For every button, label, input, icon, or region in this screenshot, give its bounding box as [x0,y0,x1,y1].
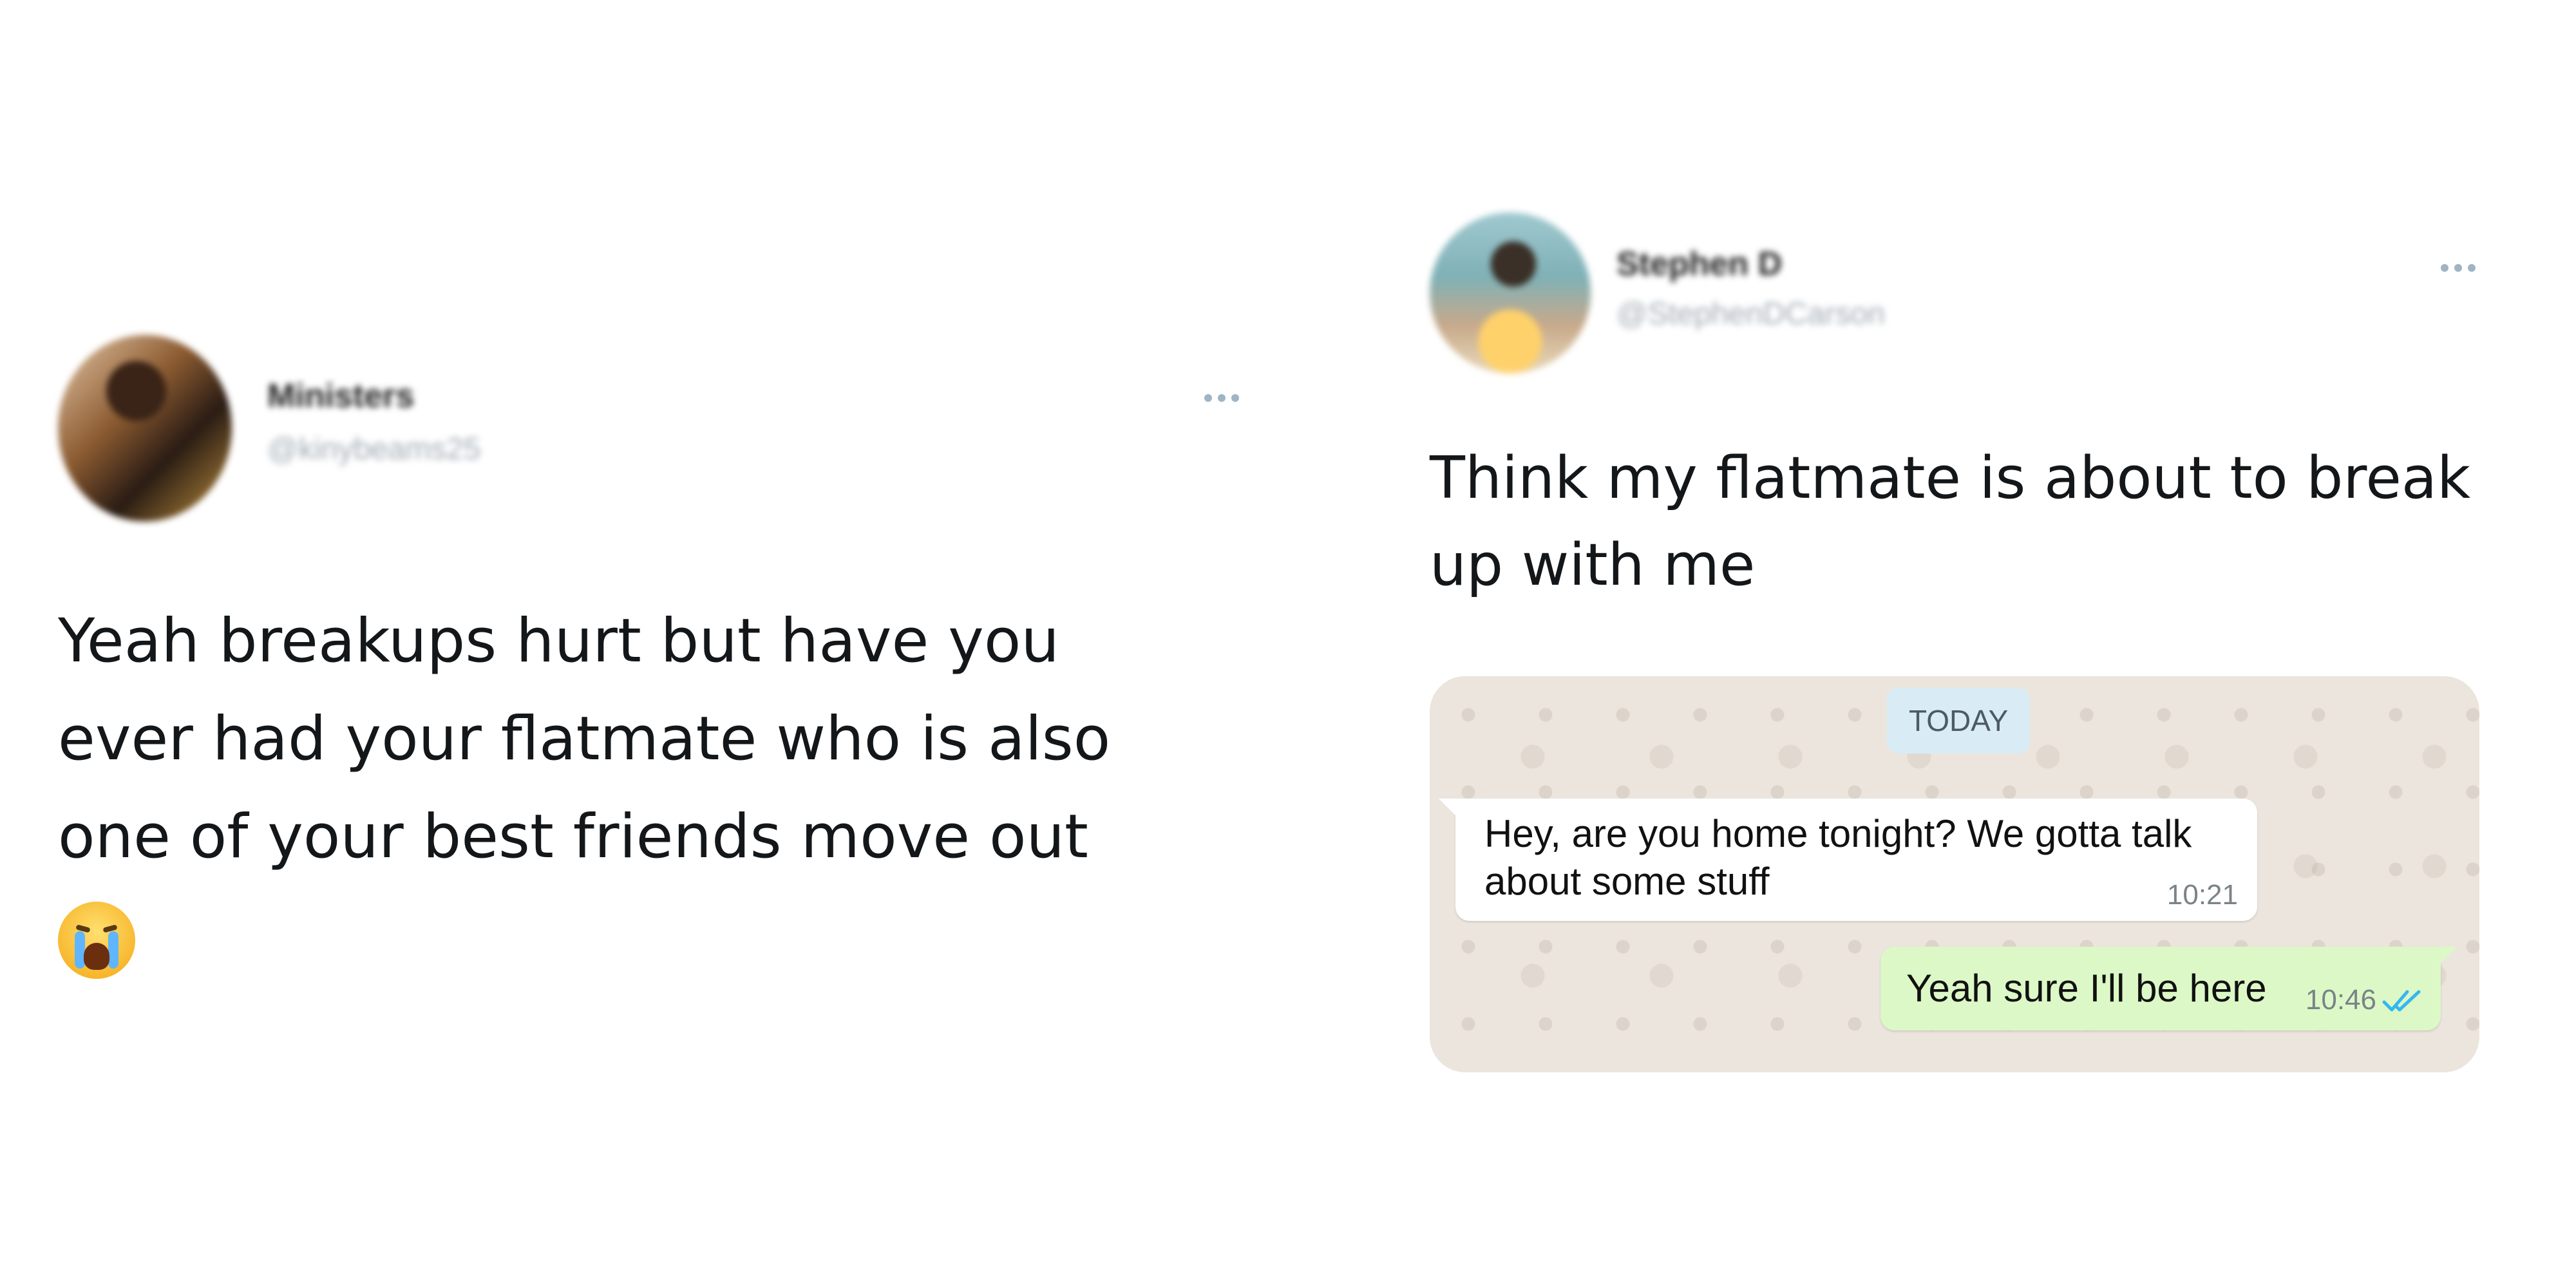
double-check-icon [2382,990,2421,1012]
message-text: Yeah sure I'll be here [1906,967,2267,1010]
user-handle[interactable]: @StephenDCarson [1616,296,1885,332]
dot-icon [2454,264,2462,272]
tweet-card-right: Stephen D @StephenDCarson Think my flatm… [1430,213,2512,1114]
display-name[interactable]: Stephen D [1616,245,1782,283]
tweet-text: Yeah breakups hurt but have you ever had… [58,606,1111,872]
display-name[interactable]: Ministers [267,377,414,415]
tweet-card-left: Ministers @kinybeams25 Yeah breakups hur… [58,335,1282,1043]
avatar[interactable] [1430,213,1591,374]
dot-icon [2468,264,2476,272]
avatar[interactable] [58,335,232,522]
message-time: 10:21 [2166,879,2238,911]
message-time: 10:46 [2305,984,2376,1016]
more-options-icon[interactable] [1204,394,1239,402]
tweet-text: Think my flatmate is about to break up w… [1430,444,2471,599]
dot-icon [1204,394,1212,402]
incoming-message-bubble: Hey, are you home tonight? We gotta talk… [1439,799,2257,921]
outgoing-message-bubble: Yeah sure I'll be here 10:46 [1880,947,2458,1030]
dot-icon [2441,264,2448,272]
dot-icon [1218,394,1226,402]
user-handle[interactable]: @kinybeams25 [267,431,481,467]
dot-icon [1231,394,1239,402]
tweet-emoji [58,902,135,979]
message-text: Hey, are you home tonight? We gotta talk… [1484,812,2192,903]
date-separator: TODAY [1887,688,2031,753]
loudly-crying-face-icon [58,902,135,979]
more-options-icon[interactable] [2441,264,2476,272]
chat-screenshot-media[interactable]: TODAY Hey, are you home tonight? We gott… [1430,676,2479,1072]
